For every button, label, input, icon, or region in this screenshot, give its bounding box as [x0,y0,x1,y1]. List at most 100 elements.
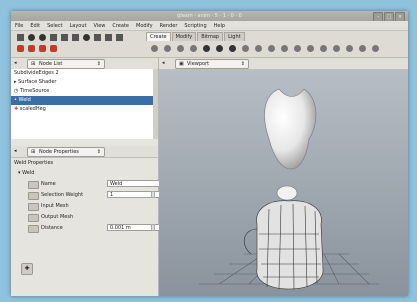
snap-tool-icon[interactable] [105,34,112,41]
eye-toggle-icon[interactable] [28,192,39,200]
property-name: Input Mesh [41,203,69,209]
menu-modify[interactable]: Modify [136,23,153,29]
shelf-tabs: Create Modify Bitmap Light [146,32,245,41]
shelf-item-5-icon[interactable] [203,45,210,52]
window-title: gleam · anim · 5 · 1 · 0 · 0 [177,13,242,19]
render-settings-icon[interactable] [39,45,46,52]
camera-tool-icon[interactable] [83,34,90,41]
shelf-item-2-icon[interactable] [164,45,171,52]
render-region-icon[interactable] [28,45,35,52]
menu-create[interactable]: Create [112,23,129,29]
properties-section-title: Weld Properties [14,160,54,166]
tab-light[interactable]: Light [224,32,245,41]
left-pane: ◂ ⊞ Node List ⇕ SubdivideEdges 2 ▸ Surfa… [11,58,161,296]
menu-scripting[interactable]: Scripting [184,23,206,29]
node-list: SubdivideEdges 2 ▸ Surface Shader ◷ Time… [11,69,158,139]
list-item[interactable]: ◷ TimeSource [11,87,158,96]
expand-arrow-icon: ▾ [18,170,21,176]
rotate-tool-icon[interactable] [39,34,46,41]
combo-chevron-icon: ⇕ [96,149,101,155]
eye-toggle-icon[interactable] [28,225,39,233]
shelf-item-18-icon[interactable] [372,45,379,52]
move-tool-icon[interactable] [28,34,35,41]
shelf-item-7-icon[interactable] [229,45,236,52]
eye-toggle-icon[interactable] [28,203,39,211]
list-item[interactable]: ✚ scaledHeg [11,105,158,114]
menu-bar: File Edit Select Layout View Create Modi… [11,21,408,31]
viewport-scene [199,88,379,290]
list-item-label: Weld [18,97,31,103]
spinner-icon[interactable] [151,191,155,198]
panel-arrow-icon[interactable]: ◂ [14,60,17,66]
pick-tool-icon[interactable] [72,34,79,41]
viewport-combo[interactable]: ▣ Viewport ⇕ [175,59,249,69]
app-window: gleam · anim · 5 · 1 · 0 · 0 – □ × File … [11,11,408,296]
eye-toggle-icon[interactable] [28,181,39,189]
menu-layout[interactable]: Layout [70,23,87,29]
property-row: Distance 0.001 m [11,223,161,233]
node-properties-combo[interactable]: ⊞ Node Properties ⇕ [27,147,105,157]
shelf-item-1-icon[interactable] [151,45,158,52]
shelf-item-12-icon[interactable] [294,45,301,52]
tool-row-1 [17,34,123,41]
grid-tool-icon[interactable] [94,34,101,41]
shelf-item-4-icon[interactable] [190,45,197,52]
render-preview-icon[interactable] [50,45,57,52]
property-name: Selection Weight [41,192,84,198]
menu-view[interactable]: View [94,23,106,29]
shelf-item-13-icon[interactable] [307,45,314,52]
shelf-item-10-icon[interactable] [268,45,275,52]
shelf-item-8-icon[interactable] [242,45,249,52]
render-icon[interactable] [17,45,24,52]
menu-edit[interactable]: Edit [30,23,40,29]
menu-render[interactable]: Render [160,23,178,29]
brush-tool-icon[interactable] [61,34,68,41]
viewport[interactable]: ◂ ▣ Viewport ⇕ [159,58,408,296]
property-name: Name [41,181,56,187]
plus-icon: ✚ [24,265,30,272]
create-shelf [151,45,379,52]
spinner-icon[interactable] [151,224,155,231]
shelf-item-6-icon[interactable] [216,45,223,52]
weld-group-label: Weld [22,170,35,176]
tab-create[interactable]: Create [146,32,171,41]
frame-tool-icon[interactable] [116,34,123,41]
shelf-item-9-icon[interactable] [255,45,262,52]
name-field[interactable]: Weld [107,180,161,187]
property-row: Input Mesh [11,201,158,211]
node-properties-combo-label: Node Properties [39,149,79,155]
shelf-item-14-icon[interactable] [320,45,327,52]
title-bar: gleam · anim · 5 · 1 · 0 · 0 – □ × [11,11,408,22]
select-tool-icon[interactable] [17,34,24,41]
list-item[interactable]: SubdivideEdges 2 [11,69,158,78]
list-item[interactable]: ▸ Surface Shader [11,78,158,87]
shelf-item-3-icon[interactable] [177,45,184,52]
shelf-item-17-icon[interactable] [359,45,366,52]
property-row: Name Weld [11,179,161,189]
shelf-item-15-icon[interactable] [333,45,340,52]
property-row: Selection Weight 1 [11,190,161,200]
menu-select[interactable]: Select [47,23,62,29]
tab-modify[interactable]: Modify [171,32,197,41]
eye-toggle-icon[interactable] [28,214,39,222]
add-property-button[interactable]: ✚ [21,263,33,275]
shelf-item-11-icon[interactable] [281,45,288,52]
weld-group[interactable]: ▾ Weld [18,170,34,176]
node-list-grid-icon: ⊞ [31,61,36,67]
shelf-item-16-icon[interactable] [346,45,353,52]
list-item-selected[interactable]: • Weld [11,96,158,105]
menu-file[interactable]: File [15,23,23,29]
panel-arrow-icon[interactable]: ◂ [162,60,165,66]
node-list-scrollbar[interactable] [153,69,158,139]
viewport-icon: ▣ [179,61,184,67]
property-row: Output Mesh [11,212,158,222]
property-name: Distance [41,225,63,231]
scale-tool-icon[interactable] [50,34,57,41]
list-item-label: TimeSource [19,88,50,94]
menu-help[interactable]: Help [214,23,225,29]
viewport-combo-label: Viewport [187,61,210,67]
panel-arrow-icon[interactable]: ◂ [14,148,17,154]
tab-bitmap[interactable]: Bitmap [197,32,224,41]
node-list-combo[interactable]: ⊞ Node List ⇕ [27,59,105,69]
mesh-pitcher [243,200,324,290]
